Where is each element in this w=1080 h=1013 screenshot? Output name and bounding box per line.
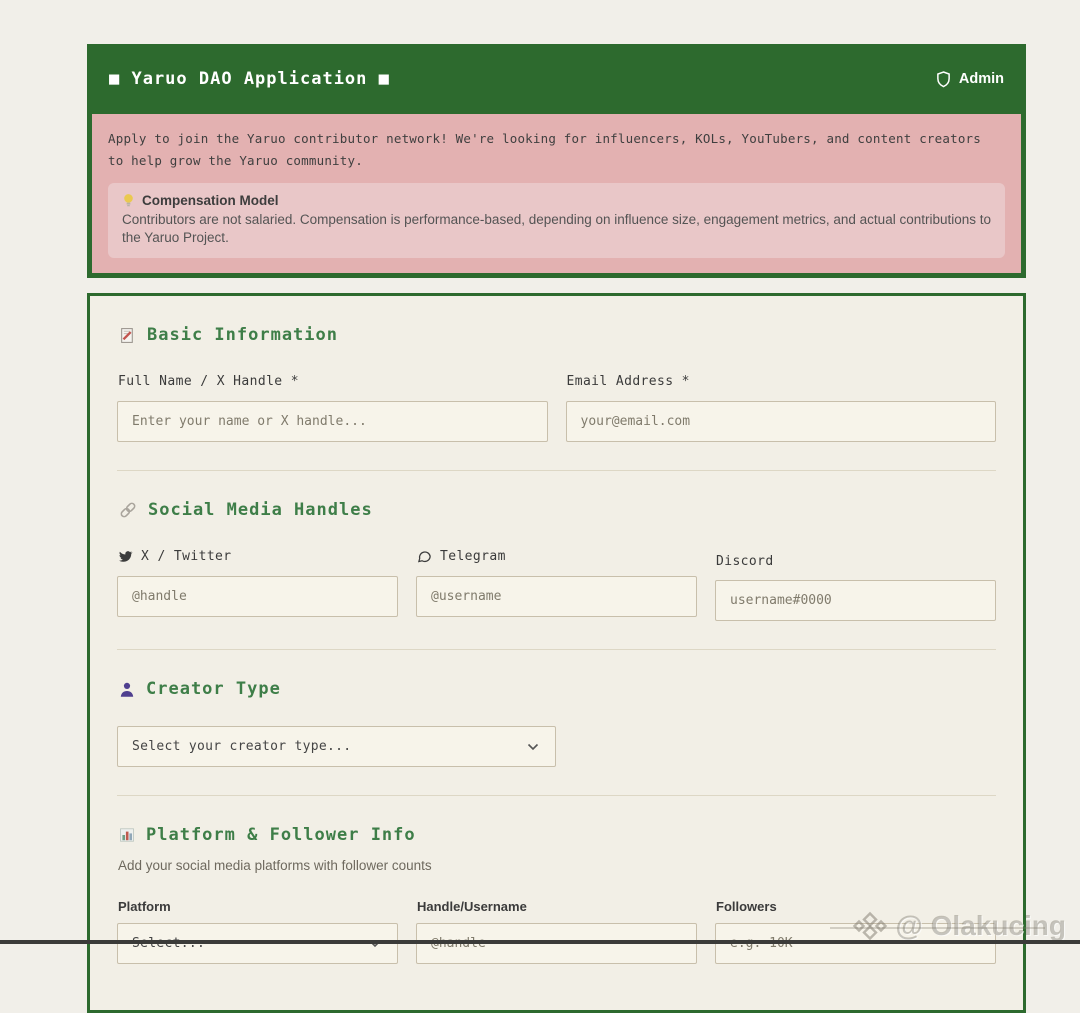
platform-label: Platform <box>118 899 171 914</box>
link-icon <box>119 501 137 519</box>
compensation-title: Compensation Model <box>142 193 279 208</box>
section-basic-information: Basic Information Full Name / X Handle *… <box>117 324 996 471</box>
admin-button-label: Admin <box>958 71 1004 87</box>
handle-field-group: Handle/Username <box>416 899 697 964</box>
email-field[interactable] <box>565 401 996 442</box>
creator-type-select[interactable]: Select your creator type... <box>117 726 556 767</box>
top-card: ■ Yaruo DAO Application ■ Admin Apply to… <box>87 44 1026 279</box>
full-name-label: Full Name / X Handle * <box>118 373 299 389</box>
intro-banner: Apply to join the Yaruo contributor netw… <box>92 114 1021 274</box>
discord-handle-input[interactable] <box>715 580 996 621</box>
basic-information-heading: Basic Information <box>119 324 996 346</box>
twitter-field-group: X / Twitter <box>117 547 398 621</box>
telegram-label-row: Telegram <box>417 547 697 565</box>
telegram-field-group: Telegram <box>416 547 697 621</box>
platform-follower-subtitle: Add your social media platforms with fol… <box>118 858 432 873</box>
screenshot-bottom-edge <box>0 940 1080 944</box>
bar-chart-icon <box>119 827 135 843</box>
platform-follower-heading: Platform & Follower Info <box>119 824 996 846</box>
lightbulb-icon <box>122 193 135 208</box>
admin-button[interactable]: Admin <box>936 70 1004 88</box>
twitter-bird-icon <box>118 550 133 563</box>
section-social-media-handles: Social Media Handles X / Twitter Telegra… <box>117 499 996 650</box>
email-label: Email Address * <box>566 373 690 389</box>
telegram-label: Telegram <box>440 548 506 564</box>
twitter-label: X / Twitter <box>141 548 232 564</box>
compensation-body: Contributors are not salaried. Compensat… <box>122 212 992 245</box>
handle-username-label: Handle/Username <box>417 899 527 914</box>
social-media-handles-heading: Social Media Handles <box>119 499 996 521</box>
platform-field-group: Platform Select... <box>117 899 398 964</box>
platform-follower-title: Platform & Follower Info <box>146 825 416 845</box>
discord-label: Discord <box>716 554 774 569</box>
creator-type-title: Creator Type <box>146 679 281 699</box>
watermark-line <box>829 926 1045 929</box>
intro-banner-text: Apply to join the Yaruo contributor netw… <box>108 131 981 168</box>
basic-information-title: Basic Information <box>147 325 338 345</box>
full-name-input[interactable] <box>117 401 548 442</box>
discord-field-group: Discord <box>715 547 996 621</box>
twitter-label-row: X / Twitter <box>118 547 398 565</box>
memo-icon <box>119 327 136 344</box>
telegram-handle-input[interactable] <box>416 576 697 617</box>
full-name-field-group: Full Name / X Handle * <box>117 372 548 442</box>
social-media-handles-title: Social Media Handles <box>148 500 373 520</box>
application-form-card: Basic Information Full Name / X Handle *… <box>87 293 1026 1013</box>
section-creator-type: Creator Type Select your creator type... <box>117 678 996 796</box>
compensation-note: Compensation Model Contributors are not … <box>108 183 1005 259</box>
twitter-handle-input[interactable] <box>117 576 398 617</box>
app-header: ■ Yaruo DAO Application ■ Admin <box>87 44 1026 114</box>
shield-icon <box>936 70 951 88</box>
chevron-down-icon <box>527 743 539 751</box>
compensation-title-row: Compensation Model <box>122 193 991 208</box>
creator-type-heading: Creator Type <box>119 678 996 700</box>
creator-type-select-value: Select your creator type... <box>132 739 352 754</box>
speech-bubble-icon <box>417 549 432 564</box>
email-field-group: Email Address * <box>565 372 996 442</box>
watermark: @ Olakucing <box>829 910 1066 942</box>
person-icon <box>119 681 135 698</box>
app-title: ■ Yaruo DAO Application ■ <box>109 69 390 89</box>
